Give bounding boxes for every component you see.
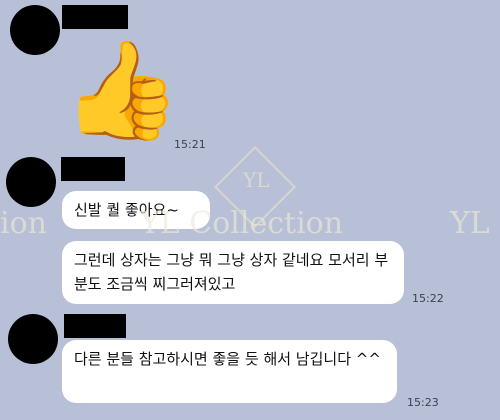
watermark-text-left: ion [0,206,47,241]
watermark-text-center: YL Collection [140,206,344,241]
avatar[interactable] [8,314,58,364]
avatar[interactable] [10,5,60,55]
message-bubble[interactable]: 그런데 상자는 그냥 뭐 그냥 상자 같네요 모서리 부분도 조금씩 찌그러져있… [62,241,404,304]
redacted-name [61,157,125,181]
message-bubble[interactable]: 다른 분들 참고하시면 좋을 듯 해서 남깁니다 ^^ [62,340,397,403]
thumbs-up-icon: 👍 [62,34,182,146]
avatar[interactable] [6,157,56,207]
message-time: 15:23 [407,396,439,409]
message-time: 15:21 [174,138,206,151]
watermark-text-right: YL [450,206,490,241]
redacted-name [64,314,126,338]
message-time: 15:22 [412,292,444,305]
redacted-name [62,5,128,29]
chat-area: 👍 15:21 신발 퀄 좋아요~ 그런데 상자는 그냥 뭐 그냥 상자 같네요… [0,0,500,420]
watermark-logo-letter: YL [243,168,270,192]
